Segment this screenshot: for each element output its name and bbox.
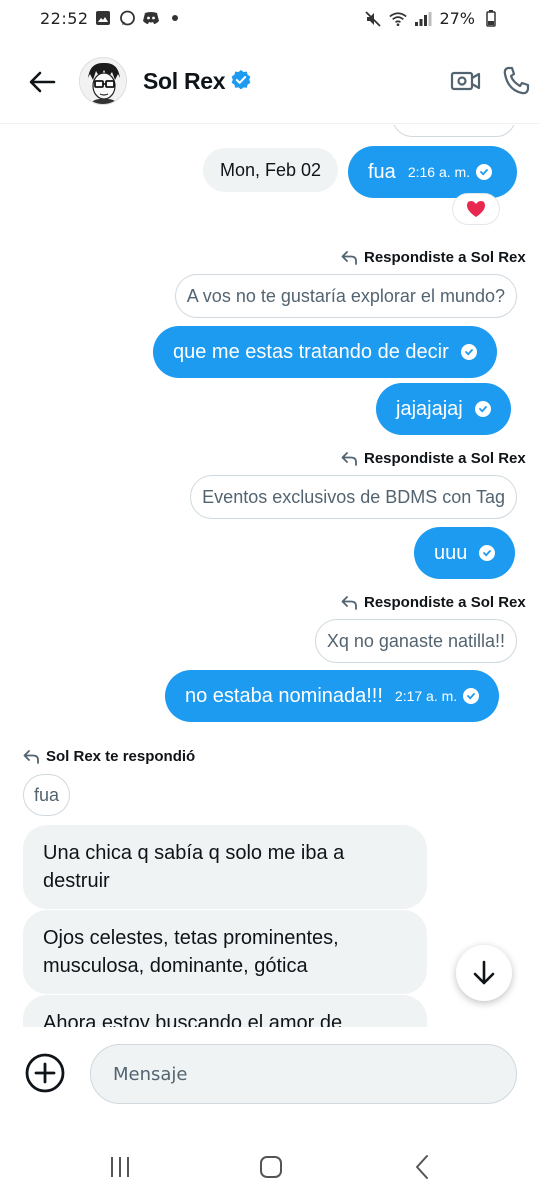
chevron-left-icon xyxy=(416,1155,428,1179)
message-out-uuu[interactable]: uuu xyxy=(414,527,516,579)
system-indicators: 27% xyxy=(364,9,500,28)
discord-icon xyxy=(142,9,160,27)
video-call-icon xyxy=(450,71,481,91)
message-meta xyxy=(479,545,496,561)
seen-check-icon xyxy=(460,344,477,360)
phone-call-button[interactable] xyxy=(500,64,534,98)
message-meta xyxy=(474,401,491,417)
avatar-illustration-icon xyxy=(80,58,126,104)
message-out-que[interactable]: que me estas tratando de decir xyxy=(153,326,497,378)
reply-arrow-icon xyxy=(23,749,39,764)
system-navigation-bar xyxy=(0,1130,540,1200)
reply-indicator-text: Respondiste a Sol Rex xyxy=(364,249,526,266)
quoted-message[interactable]: Eventos exclusivos de BDMS con Tag xyxy=(190,475,517,519)
signal-icon xyxy=(414,10,432,28)
verified-badge-icon xyxy=(231,70,251,90)
avatar[interactable] xyxy=(79,57,127,105)
reply-indicator: Respondiste a Sol Rex xyxy=(341,450,526,467)
video-call-button[interactable] xyxy=(449,64,483,98)
message-time: 2:16 a. m. xyxy=(407,164,471,180)
home-button[interactable] xyxy=(256,1152,286,1182)
arrow-down-icon xyxy=(473,960,495,985)
message-text: uuu xyxy=(434,541,468,564)
gallery-icon xyxy=(94,9,112,27)
recent-apps-icon xyxy=(111,1157,129,1177)
seen-check-icon xyxy=(463,688,480,704)
message-in[interactable]: Una chica q sabía q solo me iba a destru… xyxy=(23,825,427,909)
more-dot-icon xyxy=(166,9,184,27)
message-in[interactable]: Ahora estoy buscando el amor de xyxy=(23,995,427,1027)
message-text: que me estas tratando de decir xyxy=(173,340,449,363)
reply-indicator-text: Sol Rex te respondió xyxy=(46,748,196,765)
message-out-fua[interactable]: fua 2:16 a. m. xyxy=(348,146,517,198)
quoted-message-incoming[interactable]: fua xyxy=(23,774,71,816)
wifi-icon xyxy=(389,10,408,28)
plus-circle-icon xyxy=(25,1053,65,1093)
phone-icon xyxy=(503,66,530,95)
battery-icon xyxy=(482,10,500,28)
back-button[interactable] xyxy=(24,64,60,100)
reply-indicator: Respondiste a Sol Rex xyxy=(341,594,526,611)
recent-apps-button[interactable] xyxy=(105,1152,135,1182)
message-input[interactable] xyxy=(90,1044,517,1104)
message-out-jaja[interactable]: jajajajaj xyxy=(376,383,511,435)
notification-icons xyxy=(94,9,184,27)
nav-back-button[interactable] xyxy=(408,1152,438,1182)
status-time: 22:52 xyxy=(40,9,89,28)
message-composer xyxy=(0,1028,540,1128)
home-icon xyxy=(260,1156,282,1178)
reply-arrow-icon xyxy=(341,595,357,610)
date-chip: Mon, Feb 02 xyxy=(203,148,339,192)
arrow-left-icon xyxy=(29,71,56,93)
mute-icon xyxy=(364,10,382,28)
reply-indicator-incoming: Sol Rex te respondió xyxy=(23,748,195,765)
reaction-heart[interactable] xyxy=(452,193,500,225)
seen-check-icon xyxy=(479,545,496,561)
reply-indicator-text: Respondiste a Sol Rex xyxy=(364,594,526,611)
conversation-header: Sol Rex xyxy=(0,42,540,124)
message-text: jajajajaj xyxy=(396,397,463,420)
message-text: fua xyxy=(368,160,396,183)
status-bar: 22:52 27% xyxy=(0,0,540,40)
message-out-no-estaba[interactable]: no estaba nominada!!! 2:17 a. m. xyxy=(165,670,500,722)
seen-check-icon xyxy=(474,401,491,417)
message-meta: 2:17 a. m. xyxy=(394,688,480,704)
message-time: 2:17 a. m. xyxy=(394,688,458,704)
reply-arrow-icon xyxy=(341,451,357,466)
message-list[interactable]: Mon, Feb 02 fua 2:16 a. m. Respondiste a… xyxy=(0,125,540,1027)
message-text: no estaba nominada!!! xyxy=(185,684,383,707)
reply-indicator: Respondiste a Sol Rex xyxy=(341,249,526,266)
add-attachment-button[interactable] xyxy=(24,1052,66,1094)
reply-arrow-icon xyxy=(341,250,357,265)
reply-indicator-text: Respondiste a Sol Rex xyxy=(364,450,526,467)
chat-bubble-icon xyxy=(118,9,136,27)
message-meta xyxy=(460,344,477,360)
message-meta: 2:16 a. m. xyxy=(407,164,493,180)
battery-percent: 27% xyxy=(439,9,475,28)
seen-check-icon xyxy=(476,164,493,180)
message-in[interactable]: Ojos celestes, tetas prominentes, muscul… xyxy=(23,910,427,994)
contact-name[interactable]: Sol Rex xyxy=(143,68,226,95)
quoted-message[interactable]: A vos no te gustaría explorar el mundo? xyxy=(174,274,517,318)
quoted-message[interactable]: Xq no ganaste natilla!! xyxy=(314,619,517,663)
previous-message-edge xyxy=(392,125,516,137)
scroll-to-bottom-button[interactable] xyxy=(456,945,512,1001)
heart-icon xyxy=(467,201,485,217)
